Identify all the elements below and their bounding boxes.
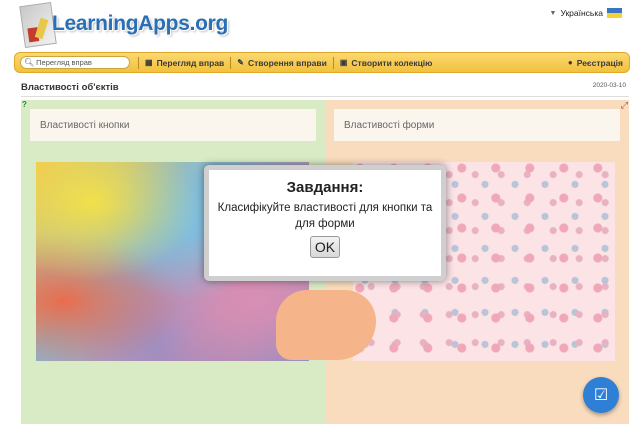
caret-down-icon: ▼ (549, 9, 557, 17)
language-selector[interactable]: ▼ Українська (549, 8, 622, 18)
search-placeholder: Перегляд вправ (36, 58, 92, 67)
page-date: 2020-03-10 (592, 82, 626, 89)
search-input[interactable]: 🔍︎ Перегляд вправ (20, 56, 130, 69)
check-button[interactable]: ☑ (583, 377, 619, 413)
nav-bar: 🔍︎ Перегляд вправ ▦ Перегляд вправ ✎ Ств… (14, 52, 630, 73)
nav-browse-label: Перегляд вправ (156, 57, 225, 68)
nav-create-label: Створення вправи (247, 57, 327, 68)
grid-icon: ▦ (145, 58, 153, 67)
fullscreen-icon[interactable]: ⤢ (621, 100, 628, 110)
dialog-text: Класифікуйте властивості для кнопки та д… (217, 202, 433, 230)
decorative-shape (276, 290, 376, 360)
nav-register-label: Реєстрація (576, 57, 623, 68)
check-icon: ☑ (593, 387, 609, 404)
bucket-right-label: Властивості форми (334, 109, 620, 141)
logo-text[interactable]: LearningApps.org (52, 12, 228, 36)
nav-register[interactable]: ● Реєстрація (562, 58, 629, 68)
user-icon: ● (567, 58, 573, 67)
search-icon: 🔍︎ (24, 58, 35, 67)
language-label: Українська (560, 8, 603, 18)
task-dialog: Завдання: Класифікуйте властивості для к… (204, 165, 446, 281)
collection-icon: ▣ (339, 58, 348, 67)
bucket-left-label: Властивості кнопки (30, 109, 316, 141)
ok-button[interactable]: OK (309, 236, 341, 258)
divider (21, 96, 629, 97)
header: LearningApps.org ▼ Українська (0, 0, 632, 52)
nav-create-collection[interactable]: ▣ Створити колекцію (334, 58, 439, 68)
pencil-icon: ✎ (237, 58, 244, 67)
nav-collection-label: Створити колекцію (351, 57, 433, 68)
nav-create-exercise[interactable]: ✎ Створення вправи (231, 58, 333, 68)
flag-icon (607, 8, 622, 18)
page-title: Властивості об'єктів (21, 82, 119, 93)
nav-browse-exercises[interactable]: ▦ Перегляд вправ (139, 58, 230, 68)
dialog-title: Завдання: (286, 179, 364, 196)
